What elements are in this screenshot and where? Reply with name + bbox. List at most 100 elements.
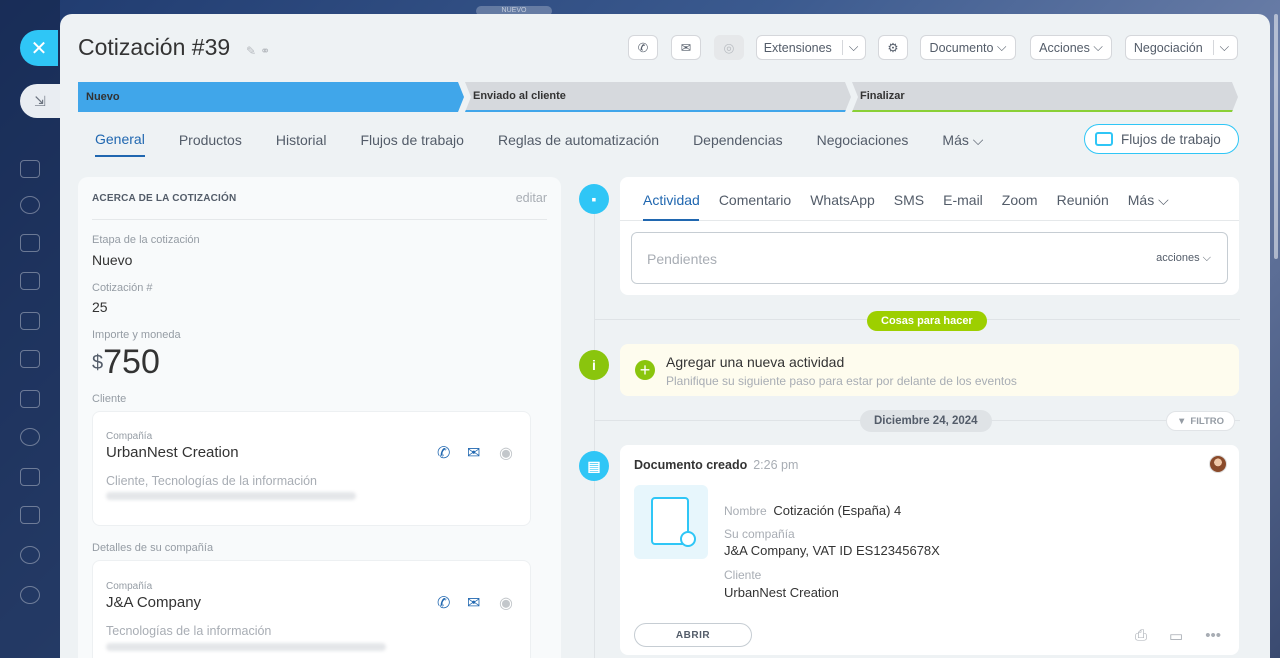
sidebar-people-icon[interactable] (20, 546, 40, 564)
chevron-down-icon: ⌵ (996, 40, 1007, 54)
sidebar-check-icon[interactable] (20, 468, 40, 486)
blurred-contact (106, 492, 356, 500)
sidebar-calendar-icon[interactable] (20, 234, 40, 252)
sidebar-file-icon[interactable] (20, 272, 40, 290)
sidebar-chat-icon[interactable] (20, 312, 40, 330)
settings-button[interactable]: ⚙ (878, 35, 908, 60)
actions-label: Acciones (1039, 40, 1090, 55)
stage-bar: Nuevo Enviado al cliente Finalizar (78, 82, 1238, 112)
document-title: Documento creado 2:26 pm (634, 458, 798, 472)
comment-icon: ▪ (579, 184, 609, 214)
amount: $750 (92, 343, 160, 382)
my-company-name[interactable]: J&A Company (106, 594, 201, 611)
stage-finalize[interactable]: Finalizar (852, 82, 1238, 112)
page-title: Cotización #39 (78, 34, 231, 60)
sidebar-users-icon[interactable] (20, 428, 40, 446)
pending-input[interactable]: Pendientes acciones ⌵ (631, 232, 1228, 284)
print-icon[interactable]: ⎙ (1135, 627, 1147, 645)
doc-company-label: Su compañía (724, 527, 795, 541)
divider (620, 220, 1239, 221)
phone-icon[interactable]: ✆ (437, 593, 450, 613)
email-button[interactable]: ✉ (671, 35, 701, 60)
tab-dependencies[interactable]: Dependencias (693, 131, 783, 157)
pencil-icon[interactable]: ✎ (246, 44, 260, 58)
mail-icon[interactable]: ✉ (467, 593, 480, 613)
tab-deals[interactable]: Negociaciones (817, 131, 909, 157)
chevron-down-icon: ⌵ (1219, 40, 1230, 54)
sidebar-card-icon[interactable] (20, 350, 40, 368)
tab-general[interactable]: General (95, 131, 145, 157)
pending-actions-label: acciones (1156, 252, 1200, 264)
note-icon[interactable]: ▭ (1169, 627, 1183, 645)
add-activity-card[interactable]: + Agregar una nueva actividad Planifique… (620, 344, 1239, 396)
todo-badge: Cosas para hacer (867, 311, 987, 331)
close-slider-button[interactable]: ✕ (20, 30, 58, 66)
link-icon[interactable]: ⚭ (260, 44, 274, 58)
sidebar-settings-icon[interactable] (20, 586, 40, 604)
filter-icon: ▼ (1177, 415, 1187, 427)
sidebar-mail-icon[interactable] (20, 390, 40, 408)
tab-products[interactable]: Productos (179, 131, 242, 157)
tab-meeting[interactable]: Reunión (1057, 192, 1109, 219)
avatar[interactable] (1209, 455, 1227, 473)
workflows-button-label: Flujos de trabajo (1121, 131, 1221, 147)
sidebar-doc-icon[interactable] (20, 160, 40, 178)
my-company-sub: Tecnologías de la información (106, 624, 272, 638)
client-card[interactable]: Compañía UrbanNest Creation Cliente, Tec… (92, 411, 531, 526)
my-company-card[interactable]: Compañía J&A Company Tecnologías de la i… (92, 560, 531, 658)
open-button[interactable]: ABRIR (634, 623, 752, 647)
tab-whatsapp[interactable]: WhatsApp (810, 192, 875, 219)
add-activity-title[interactable]: Agregar una nueva actividad (666, 354, 844, 370)
activity-editor: Actividad Comentario WhatsApp SMS E-mail… (620, 177, 1239, 295)
stage-sent[interactable]: Enviado al cliente (465, 82, 851, 112)
date-badge: Diciembre 24, 2024 (860, 410, 992, 432)
document-button[interactable]: Documento ⌵ (920, 35, 1016, 60)
call-button[interactable]: ✆ (628, 35, 658, 60)
chat-icon: ◎ (723, 41, 735, 55)
sidebar-filter-icon[interactable] (20, 506, 40, 524)
edit-link[interactable]: editar (516, 191, 547, 205)
title-edit-icons[interactable]: ✎⚭ (246, 44, 274, 58)
phone-icon: ✆ (637, 41, 649, 55)
client-company-label: Compañía (106, 431, 153, 442)
pending-actions-dropdown[interactable]: acciones ⌵ (1156, 252, 1211, 265)
workflows-button[interactable]: Flujos de trabajo (1084, 124, 1239, 154)
page-scrollbar[interactable] (1274, 14, 1278, 259)
about-panel: ACERCA DE LA COTIZACIÓN editar Etapa de … (78, 177, 561, 658)
tab-activity-more[interactable]: Más ⌵ (1128, 192, 1169, 219)
chat-icon[interactable]: ◉ (499, 443, 513, 463)
my-company-label: Detalles de su compañía (92, 542, 214, 554)
chat-button[interactable]: ◎ (714, 35, 744, 60)
phone-icon[interactable]: ✆ (437, 443, 450, 463)
mail-icon[interactable]: ✉ (467, 443, 480, 463)
stage-new[interactable]: Nuevo (78, 82, 464, 112)
tab-workflows[interactable]: Flujos de trabajo (360, 131, 464, 157)
plus-icon[interactable]: + (635, 360, 655, 380)
doc-name-label: Nombre Cotización (España) 4 (724, 503, 901, 518)
more-icon[interactable]: ••• (1205, 627, 1221, 645)
doc-client-value: UrbanNest Creation (724, 585, 839, 600)
doc-name-value: Cotización (España) 4 (773, 503, 902, 518)
sidebar-circle-icon[interactable] (20, 196, 40, 214)
document-label: Documento (929, 40, 994, 55)
workflow-icon (1095, 132, 1113, 146)
filter-button[interactable]: ▼ FILTRO (1166, 411, 1235, 431)
blurred-contact (106, 643, 386, 651)
tab-automation-rules[interactable]: Reglas de automatización (498, 131, 659, 157)
side-tab-download[interactable]: ⇲ (20, 84, 60, 118)
tab-email[interactable]: E-mail (943, 192, 983, 219)
tab-sms[interactable]: SMS (894, 192, 924, 219)
mail-icon: ✉ (680, 41, 692, 55)
tab-history[interactable]: Historial (276, 131, 327, 157)
client-company-name[interactable]: UrbanNest Creation (106, 444, 239, 461)
document-thumbnail[interactable] (634, 485, 708, 559)
tab-more[interactable]: Más ⌵ (942, 131, 983, 157)
chat-icon[interactable]: ◉ (499, 593, 513, 613)
extensions-button[interactable]: Extensiones ⌵ (756, 35, 866, 60)
deal-button[interactable]: Negociación ⌵ (1125, 35, 1238, 60)
tab-comment[interactable]: Comentario (719, 192, 791, 219)
tab-activity[interactable]: Actividad (643, 192, 700, 219)
tab-zoom[interactable]: Zoom (1002, 192, 1038, 219)
chevron-down-icon: ⌵ (1093, 40, 1103, 54)
actions-button[interactable]: Acciones ⌵ (1030, 35, 1112, 60)
